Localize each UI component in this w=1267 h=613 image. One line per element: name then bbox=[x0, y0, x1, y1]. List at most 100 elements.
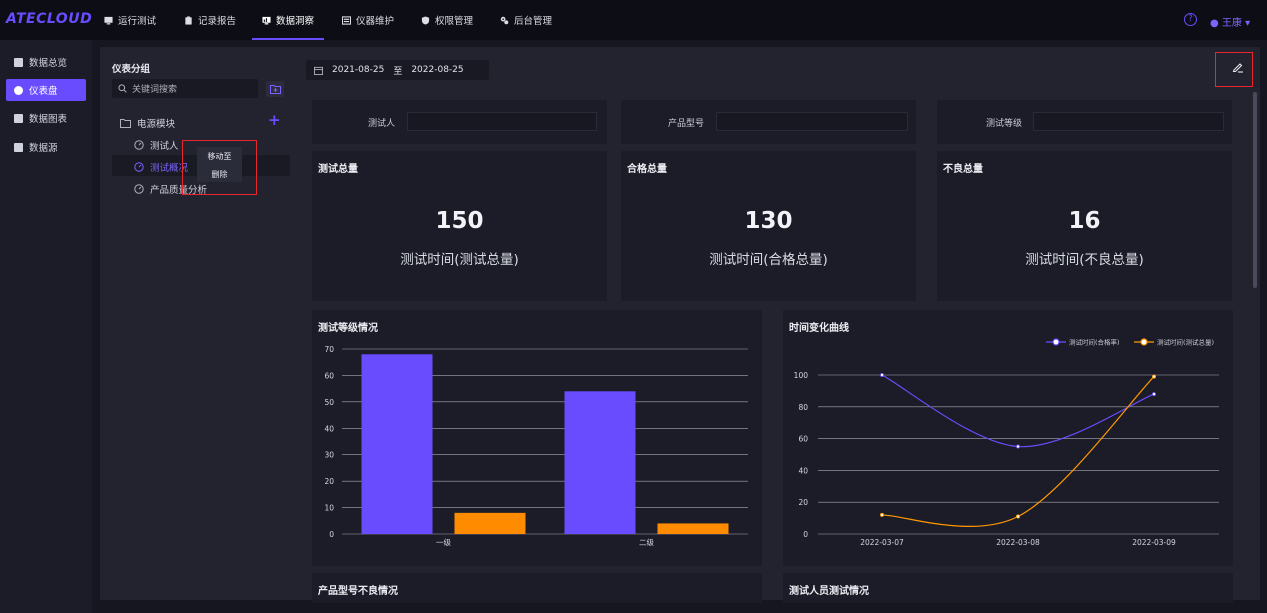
sidenav-label: 仪表盘 bbox=[29, 86, 58, 97]
date-separator: 至 bbox=[393, 66, 403, 77]
filter-card-tester: 测试人 bbox=[312, 100, 607, 144]
gauge-icon bbox=[134, 162, 144, 172]
filter-label: 测试等级 bbox=[986, 119, 1023, 129]
clipboard-icon bbox=[185, 15, 192, 25]
nav-label: 仪器维护 bbox=[356, 16, 395, 27]
nav-label: 数据洞察 bbox=[276, 16, 315, 27]
legend-swatch-dot bbox=[1140, 338, 1148, 346]
data-point bbox=[1015, 514, 1020, 519]
nav-label: 运行测试 bbox=[118, 16, 157, 27]
filter-input-level[interactable] bbox=[1033, 112, 1224, 131]
kpi-value: 130 bbox=[744, 208, 793, 234]
user-menu[interactable]: ● 王康 ▾ bbox=[1210, 14, 1250, 29]
x-tick-label: 2022-03-08 bbox=[996, 538, 1040, 547]
x-tick-label: 一级 bbox=[436, 537, 451, 547]
chart-title: 产品型号不良情况 bbox=[318, 586, 398, 597]
data-point bbox=[1015, 444, 1020, 449]
bar bbox=[454, 512, 526, 534]
sidenav-label: 数据总览 bbox=[29, 58, 68, 69]
shield-icon bbox=[421, 15, 430, 25]
series-line bbox=[881, 374, 1155, 448]
y-tick-label: 70 bbox=[324, 345, 334, 354]
date-range-picker[interactable]: 2021-08-25 至 2022-08-25 bbox=[306, 60, 489, 80]
legend-swatch-dot bbox=[1052, 338, 1060, 346]
kpi-caption: 测试时间(合格总量) bbox=[709, 252, 828, 268]
tree-group-node[interactable]: 电源模块 bbox=[120, 116, 175, 130]
line-chart: 0 20 40 60 80 100 2022-03-07 2022-03-08 2022-03-… bbox=[794, 338, 1219, 547]
legend-label: 测试时间(测试总量) bbox=[1157, 338, 1214, 347]
y-tick-label: 100 bbox=[794, 371, 809, 380]
y-tick-label: 20 bbox=[324, 477, 334, 486]
gears-icon bbox=[500, 16, 509, 24]
tree-item-selected[interactable]: 测试概况 bbox=[134, 160, 188, 174]
new-folder-button[interactable] bbox=[266, 81, 284, 97]
highlight-box-edit bbox=[1215, 52, 1253, 87]
side-nav: 数据总览 仪表盘 数据图表 数据源 bbox=[0, 40, 92, 613]
instrument-icon bbox=[342, 15, 351, 25]
y-tick-label: 40 bbox=[798, 466, 808, 475]
y-tick-label: 0 bbox=[803, 530, 808, 539]
x-tick-label: 2022-03-09 bbox=[1132, 538, 1176, 547]
help-icon[interactable]: ? bbox=[1184, 13, 1197, 26]
dashboard-icon bbox=[14, 85, 23, 95]
kpi-card-defect: 不良总量 16 测试时间(不良总量) bbox=[937, 151, 1232, 301]
sidenav-item-datasource[interactable]: 数据源 bbox=[6, 136, 86, 158]
y-tick-label: 60 bbox=[324, 371, 334, 380]
x-tick-label: 二级 bbox=[639, 537, 654, 547]
bar bbox=[564, 391, 636, 534]
tree-item-label: 测试人 bbox=[150, 141, 179, 152]
folder-add-icon bbox=[269, 85, 281, 94]
data-point bbox=[880, 512, 885, 517]
user-name: 王康 ▾ bbox=[1221, 18, 1251, 29]
add-dashboard-icon[interactable]: + bbox=[268, 113, 281, 128]
filter-card-model: 产品型号 bbox=[621, 100, 916, 144]
nav-label: 权限管理 bbox=[435, 16, 474, 27]
data-point bbox=[880, 373, 885, 378]
y-tick-label: 50 bbox=[324, 398, 334, 407]
filter-input-model[interactable] bbox=[716, 112, 908, 131]
y-tick-label: 0 bbox=[329, 530, 334, 539]
nav-run-test[interactable]: 运行测试 bbox=[104, 0, 156, 40]
filter-label: 测试人 bbox=[368, 119, 396, 129]
gauge-icon bbox=[134, 140, 144, 150]
defect-by-model-card: 产品型号不良情况 bbox=[312, 573, 762, 603]
insight-icon bbox=[262, 16, 271, 24]
y-tick-label: 60 bbox=[798, 435, 808, 444]
nav-label: 记录报告 bbox=[198, 16, 237, 27]
kpi-title: 不良总量 bbox=[943, 164, 983, 175]
tree-item[interactable]: 测试人 bbox=[134, 138, 179, 152]
sidenav-label: 数据源 bbox=[29, 143, 58, 154]
top-bar: ATECLOUD 运行测试 记录报告 数据洞察 仪器维护 权限管理 后台管理 ?… bbox=[0, 0, 1267, 40]
kpi-card-total: 测试总量 150 测试时间(测试总量) bbox=[312, 151, 607, 301]
tree-title: 仪表分组 bbox=[112, 64, 151, 75]
search-placeholder: 关键词搜索 bbox=[132, 85, 178, 95]
kpi-value: 150 bbox=[435, 208, 484, 234]
chart-icon bbox=[14, 113, 23, 123]
tree-search-input[interactable]: 关键词搜索 bbox=[112, 79, 258, 98]
kpi-title: 合格总量 bbox=[627, 164, 667, 175]
bar bbox=[361, 354, 433, 534]
data-point bbox=[1151, 374, 1156, 379]
monitor-icon bbox=[104, 16, 113, 24]
filter-input-tester[interactable] bbox=[407, 112, 597, 131]
calendar-icon bbox=[314, 66, 323, 75]
nav-insight[interactable]: 数据洞察 bbox=[251, 0, 325, 40]
sidenav-item-overview[interactable]: 数据总览 bbox=[6, 51, 86, 73]
nav-instruments[interactable]: 仪器维护 bbox=[342, 0, 394, 40]
nav-records[interactable]: 记录报告 bbox=[184, 0, 236, 40]
kpi-value: 16 bbox=[1068, 208, 1101, 234]
app-logo: ATECLOUD bbox=[6, 11, 93, 27]
gauge-icon bbox=[134, 184, 144, 194]
sidenav-item-dashboard[interactable]: 仪表盘 bbox=[6, 79, 86, 101]
x-tick-label: 2022-03-07 bbox=[860, 538, 904, 547]
sidenav-label: 数据图表 bbox=[29, 114, 68, 125]
kpi-caption: 测试时间(测试总量) bbox=[400, 252, 519, 268]
folder-icon bbox=[120, 118, 131, 128]
bar-chart-card: 测试等级情况 0 10 20 30 40 50 60 70 一级 二级 bbox=[312, 310, 762, 566]
vertical-scrollbar[interactable] bbox=[1253, 92, 1257, 288]
nav-label: 后台管理 bbox=[514, 16, 553, 27]
nav-permissions[interactable]: 权限管理 bbox=[421, 0, 473, 40]
user-icon: ● bbox=[1210, 18, 1219, 29]
sidenav-item-charts[interactable]: 数据图表 bbox=[6, 107, 86, 129]
nav-admin[interactable]: 后台管理 bbox=[500, 0, 552, 40]
